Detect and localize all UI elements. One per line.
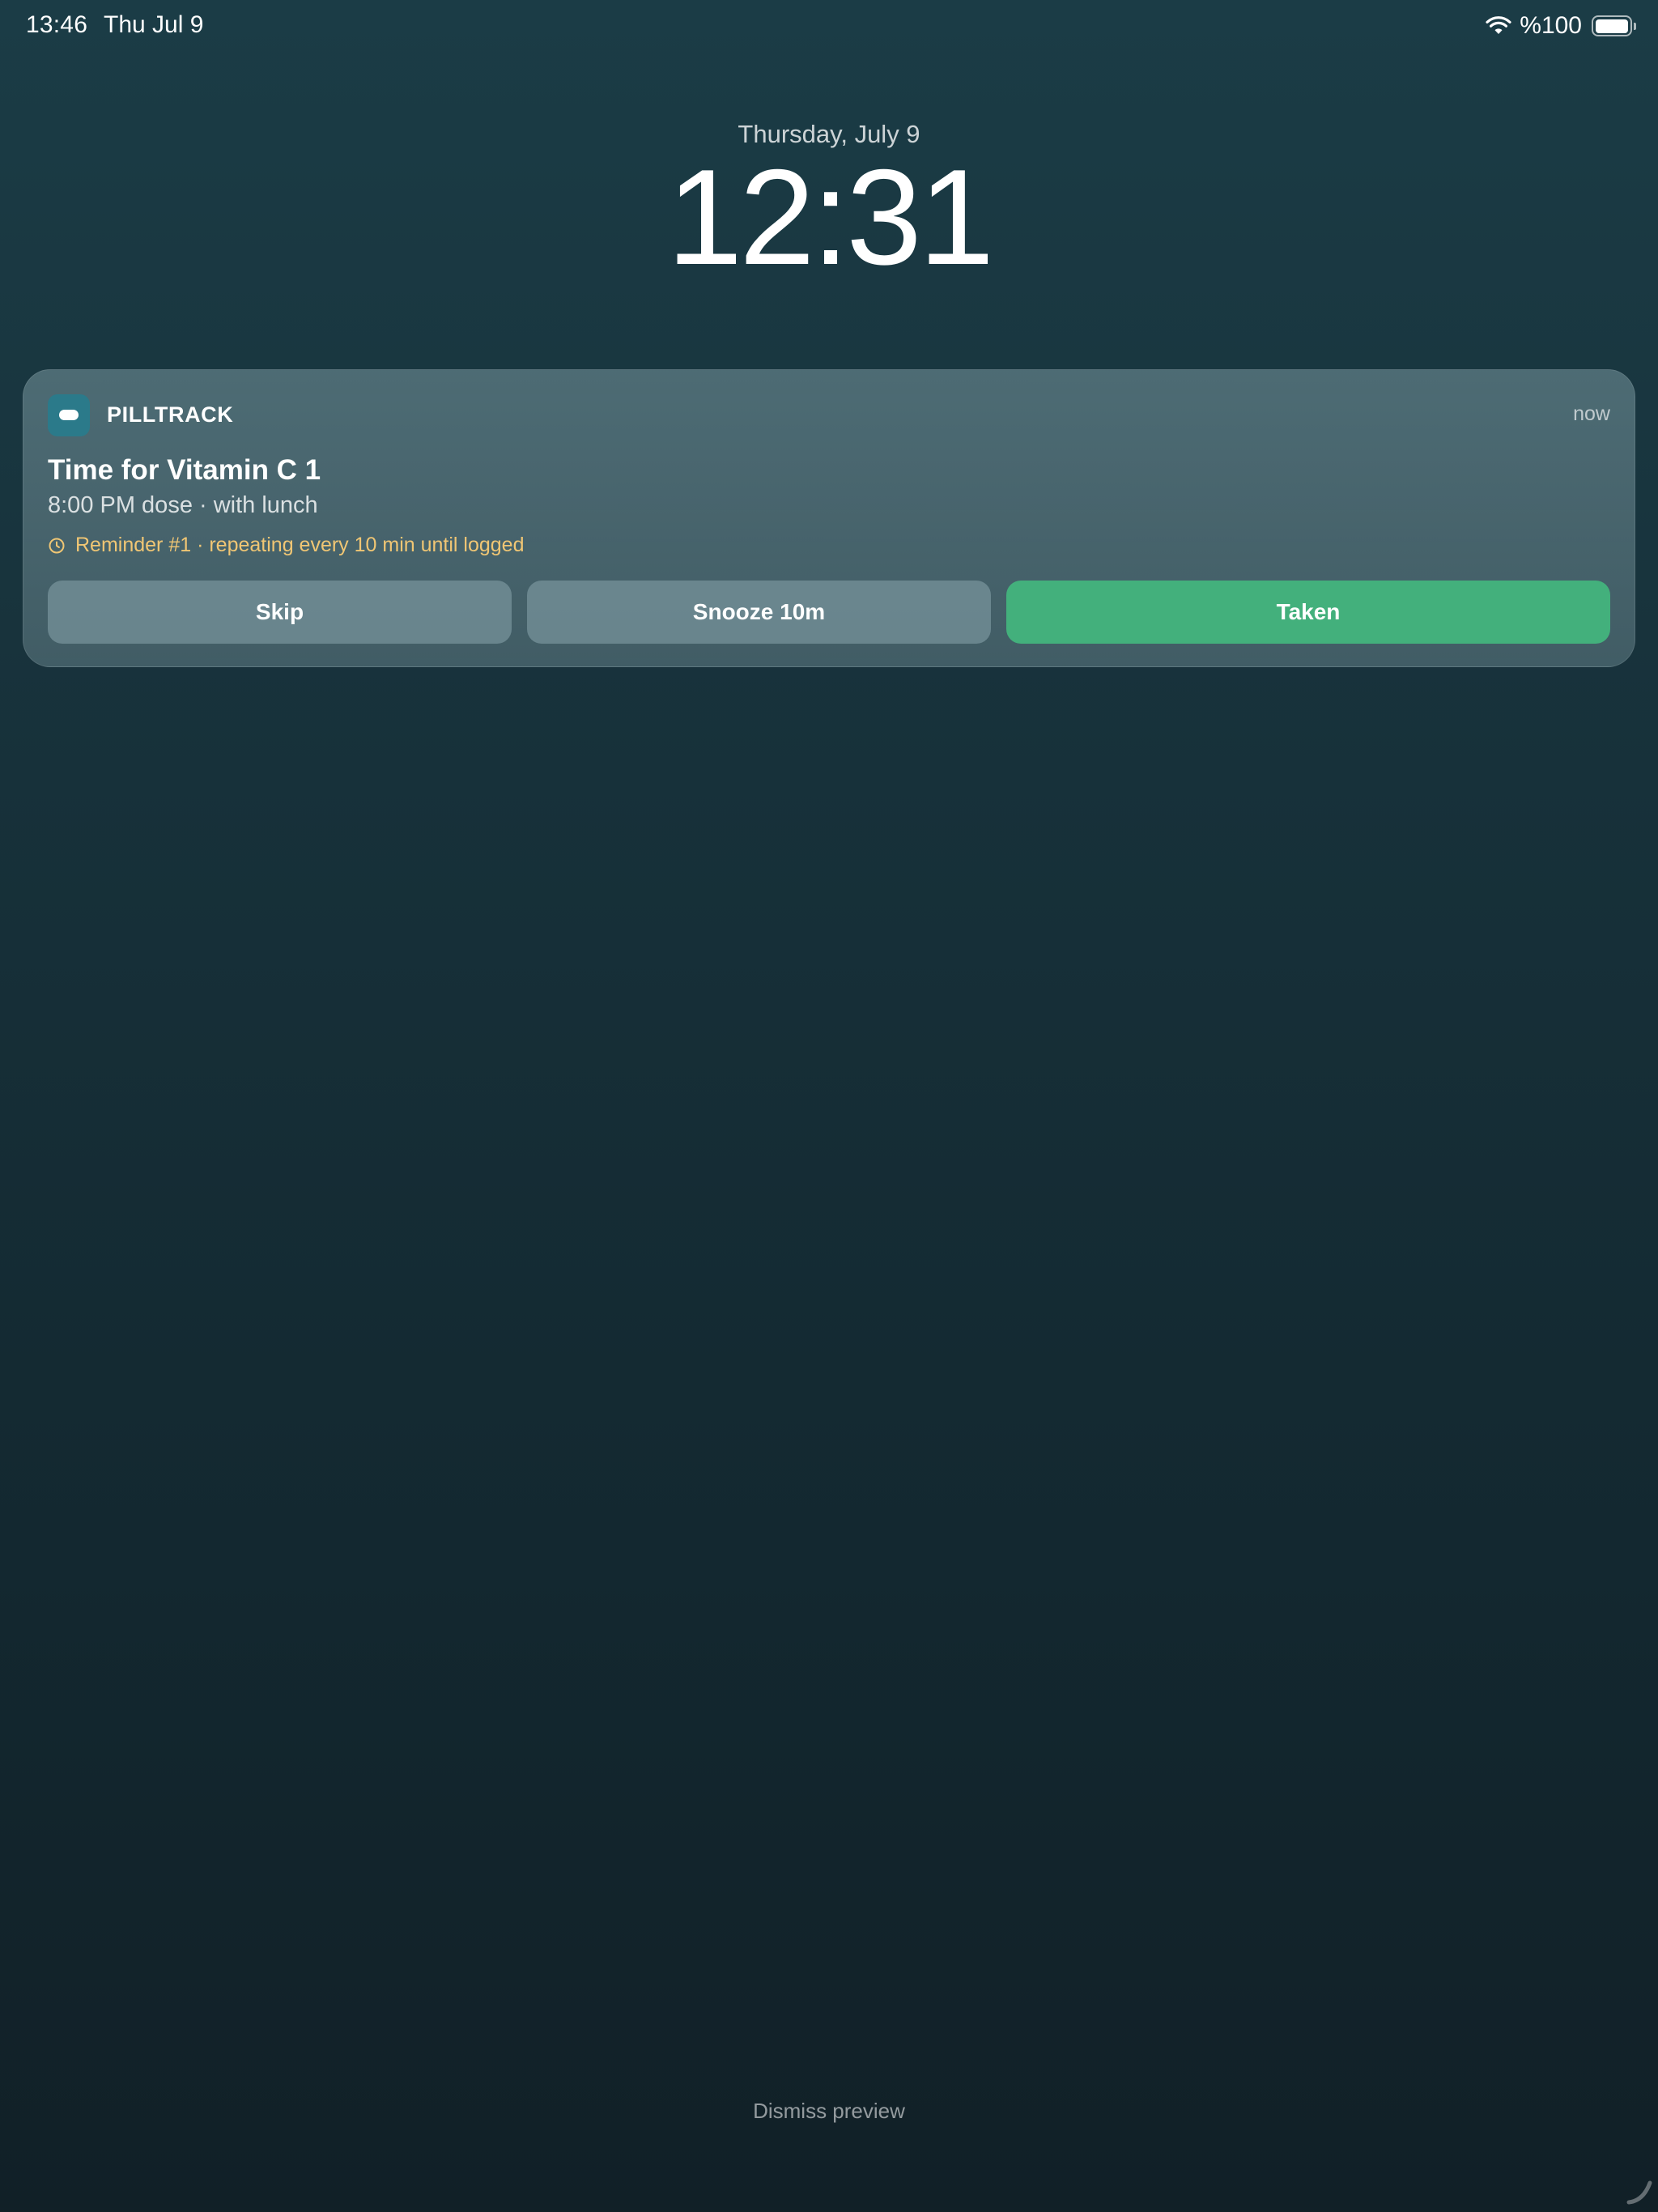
taken-button[interactable]: Taken [1006, 581, 1610, 644]
dismiss-preview-link[interactable]: Dismiss preview [0, 2099, 1658, 2124]
battery-fill [1595, 19, 1628, 33]
battery-percentage: %100 [1520, 12, 1582, 39]
notification-title: Time for Vitamin C 1 [48, 454, 321, 486]
pill-icon [48, 394, 90, 436]
notification-reminder: Reminder #1 · repeating every 10 min unt… [48, 534, 524, 557]
resize-handle-icon [1626, 2178, 1653, 2206]
notification-app-name: PILLTRACK [107, 402, 234, 427]
notification-subtitle: 8:00 PM dose · with lunch [48, 492, 318, 518]
notification-actions: Skip Snooze 10m Taken [48, 581, 1610, 644]
skip-button[interactable]: Skip [48, 581, 512, 644]
status-date: Thu Jul 9 [104, 11, 204, 38]
lock-screen-clock: 12:31 [666, 141, 994, 293]
status-indicators: %100 [1486, 10, 1636, 42]
notification-card[interactable]: PILLTRACK now Time for Vitamin C 1 8:00 … [23, 369, 1635, 667]
pill-shape [59, 410, 79, 420]
snooze-button[interactable]: Snooze 10m [527, 581, 991, 644]
clock-icon [48, 537, 66, 555]
battery-icon [1592, 15, 1636, 36]
wifi-icon [1486, 16, 1511, 36]
notification-timestamp: now [1573, 402, 1610, 425]
status-bar: 13:46 Thu Jul 9 %100 [0, 0, 1658, 52]
reminder-text: Reminder #1 · repeating every 10 min unt… [75, 534, 525, 556]
status-time: 13:46 [26, 11, 88, 38]
